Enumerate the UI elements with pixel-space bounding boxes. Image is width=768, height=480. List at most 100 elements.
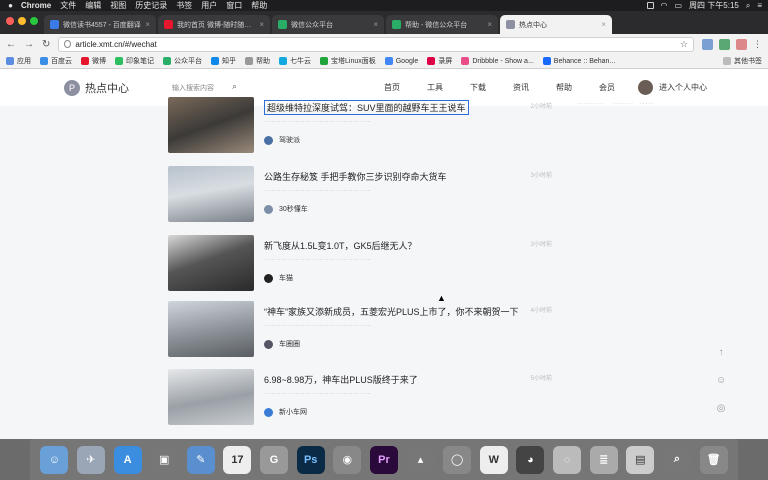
- bookmark-baiduyun[interactable]: 百度云: [40, 56, 72, 66]
- nav-item-tools[interactable]: 工具: [427, 82, 443, 93]
- bookmark-weibo[interactable]: 微博: [81, 56, 106, 66]
- battery-icon[interactable]: ▭: [674, 0, 682, 11]
- photoshop-icon[interactable]: Ps: [296, 445, 325, 474]
- notification-center-icon[interactable]: ≡: [757, 0, 762, 11]
- extension-icon[interactable]: [702, 38, 713, 50]
- article-source[interactable]: 新小车网: [264, 407, 307, 417]
- trash-icon[interactable]: 🗑: [699, 445, 728, 474]
- bookmark-dribbble[interactable]: Dribbble - Show a...: [461, 57, 534, 65]
- bookmark-help[interactable]: 帮助: [245, 56, 270, 66]
- tab-hot-center[interactable]: 热点中心 ×: [500, 15, 612, 34]
- tab-close-icon[interactable]: ×: [259, 20, 264, 29]
- tab-close-icon[interactable]: ×: [373, 20, 378, 29]
- article-thumbnail[interactable]: [168, 235, 254, 291]
- tab-translate[interactable]: 微信读书4557 - 百度翻译 ×: [44, 15, 156, 34]
- premiere-icon[interactable]: Pr: [369, 445, 398, 474]
- wechat-icon[interactable]: ◌: [553, 445, 582, 474]
- close-window-button[interactable]: [6, 17, 14, 25]
- status-menu-icon[interactable]: [646, 2, 654, 9]
- wifi-icon[interactable]: ◠: [661, 0, 668, 11]
- app-store-icon[interactable]: A: [113, 445, 142, 474]
- reload-icon[interactable]: ↻: [42, 39, 50, 50]
- list-item[interactable]: “神车”家族又添新成员，五菱宏光PLUS上市了，你不来朝贺一下 4小时前 …………: [168, 301, 558, 366]
- bookmark-other[interactable]: 其他书签: [723, 56, 762, 66]
- nav-item-news[interactable]: 资讯: [513, 82, 529, 93]
- tab-wechat-mp[interactable]: 微信公众平台 ×: [272, 15, 384, 34]
- back-to-top-icon[interactable]: ↑: [719, 347, 724, 358]
- article-source[interactable]: 车猫: [264, 273, 293, 283]
- menubar-item-window[interactable]: 窗口: [226, 0, 242, 11]
- feedback-icon[interactable]: ☺: [716, 375, 726, 386]
- list-item[interactable]: 超级维特拉深度试驾：SUV里面的越野车王王说车 2小时前 ………………………………: [168, 97, 558, 162]
- preview-icon[interactable]: ▣: [150, 445, 179, 474]
- list-item[interactable]: 新飞度从1.5L变1.0T，GK5后继无人？ 3小时前 …………………………………: [168, 235, 558, 300]
- minimize-window-button[interactable]: [18, 17, 26, 25]
- keynote-icon[interactable]: ▴: [406, 445, 435, 474]
- menubar-item-bookmarks[interactable]: 书签: [176, 0, 192, 11]
- site-name[interactable]: 热点中心: [85, 80, 129, 96]
- article-title[interactable]: 公路生存秘笈 手把手教你三步识别夺命大货车: [264, 170, 447, 183]
- wps-icon[interactable]: W: [479, 445, 508, 474]
- safari-icon[interactable]: ✎: [186, 445, 215, 474]
- user-center-link[interactable]: 进入个人中心: [638, 80, 707, 95]
- tab-weibo[interactable]: 我的首页 微博-随时随地发现新鲜事 ×: [158, 15, 270, 34]
- chrome-icon[interactable]: ◯: [443, 445, 472, 474]
- chrome-menu-icon[interactable]: ⋮: [753, 39, 762, 50]
- bookmark-qiniu[interactable]: 七牛云: [279, 56, 311, 66]
- apple-menu-icon[interactable]: ●: [6, 0, 15, 11]
- menubar-item-view[interactable]: 视图: [110, 0, 126, 11]
- menubar-item-file[interactable]: 文件: [60, 0, 76, 11]
- bookmark-star-icon[interactable]: ☆: [680, 38, 688, 51]
- site-info-icon[interactable]: [64, 39, 72, 48]
- article-title[interactable]: 超级维特拉深度试驾：SUV里面的越野车王王说车: [264, 100, 469, 115]
- menubar-item-history[interactable]: 历史记录: [135, 0, 167, 11]
- menubar-clock[interactable]: 周四 下午5:15: [689, 0, 739, 11]
- address-bar[interactable]: article.xmt.cn/#/wechat ☆: [58, 36, 694, 52]
- tab-close-icon[interactable]: ×: [487, 20, 492, 29]
- nav-item-home[interactable]: 首页: [384, 82, 400, 93]
- nav-item-help[interactable]: 帮助: [556, 82, 572, 93]
- tab-close-icon[interactable]: ×: [601, 20, 606, 29]
- document-icon[interactable]: ▤: [626, 445, 655, 474]
- bookmark-recording[interactable]: 录屏: [427, 56, 452, 66]
- tab-close-icon[interactable]: ×: [145, 20, 150, 29]
- bookmark-zhihu[interactable]: 知乎: [211, 56, 236, 66]
- avatar[interactable]: [638, 80, 653, 95]
- forward-icon[interactable]: →: [24, 39, 34, 50]
- bookmark-evernote[interactable]: 印象笔记: [115, 56, 154, 66]
- sketch-icon[interactable]: G: [260, 445, 289, 474]
- bookmark-bt-panel[interactable]: 宝塔Linux面板: [320, 56, 376, 66]
- zoom-window-button[interactable]: [30, 17, 38, 25]
- search-input[interactable]: 输入搜索内容 ⌕: [172, 81, 244, 93]
- help-circle-icon[interactable]: ◎: [717, 403, 726, 414]
- finder-icon[interactable]: ☺: [40, 445, 69, 474]
- site-logo[interactable]: P: [64, 79, 80, 96]
- article-thumbnail[interactable]: [168, 369, 254, 425]
- article-title[interactable]: 6.98~8.98万，神车出PLUS版终于来了: [264, 373, 418, 386]
- qq-icon[interactable]: ◕: [516, 445, 545, 474]
- bookmark-behance[interactable]: Behance :: Behan...: [542, 57, 615, 65]
- article-source[interactable]: 驾驶派: [264, 135, 300, 145]
- bookmark-mp[interactable]: 公众平台: [163, 56, 202, 66]
- extension-icon[interactable]: [736, 38, 747, 50]
- bookmark-apps[interactable]: 应用: [6, 56, 31, 66]
- menubar-item-help[interactable]: 帮助: [251, 0, 267, 11]
- back-icon[interactable]: ←: [6, 39, 16, 50]
- article-thumbnail[interactable]: [168, 301, 254, 357]
- extension-icon[interactable]: [719, 38, 730, 50]
- list-item[interactable]: 公路生存秘笈 手把手教你三步识别夺命大货车 3小时前 ……………………………………: [168, 166, 558, 231]
- search-app-icon[interactable]: ⌕: [662, 445, 691, 474]
- nav-item-member[interactable]: 会员: [599, 82, 615, 93]
- search-icon[interactable]: ⌕: [232, 81, 237, 92]
- notes-icon[interactable]: ≣: [589, 445, 618, 474]
- menubar-item-edit[interactable]: 编辑: [85, 0, 101, 11]
- article-source[interactable]: 30秒懂车: [264, 204, 308, 214]
- launchpad-icon[interactable]: ✈: [76, 445, 105, 474]
- calendar-icon[interactable]: 17: [223, 445, 252, 474]
- article-source[interactable]: 车圈圈: [264, 339, 300, 349]
- bookmark-google[interactable]: Google: [384, 57, 418, 65]
- list-item[interactable]: 6.98~8.98万，神车出PLUS版终于来了 5小时前 ………………………………: [168, 369, 558, 434]
- spotlight-icon[interactable]: ⌕: [746, 0, 750, 11]
- article-thumbnail[interactable]: [168, 97, 254, 153]
- article-thumbnail[interactable]: [168, 166, 254, 222]
